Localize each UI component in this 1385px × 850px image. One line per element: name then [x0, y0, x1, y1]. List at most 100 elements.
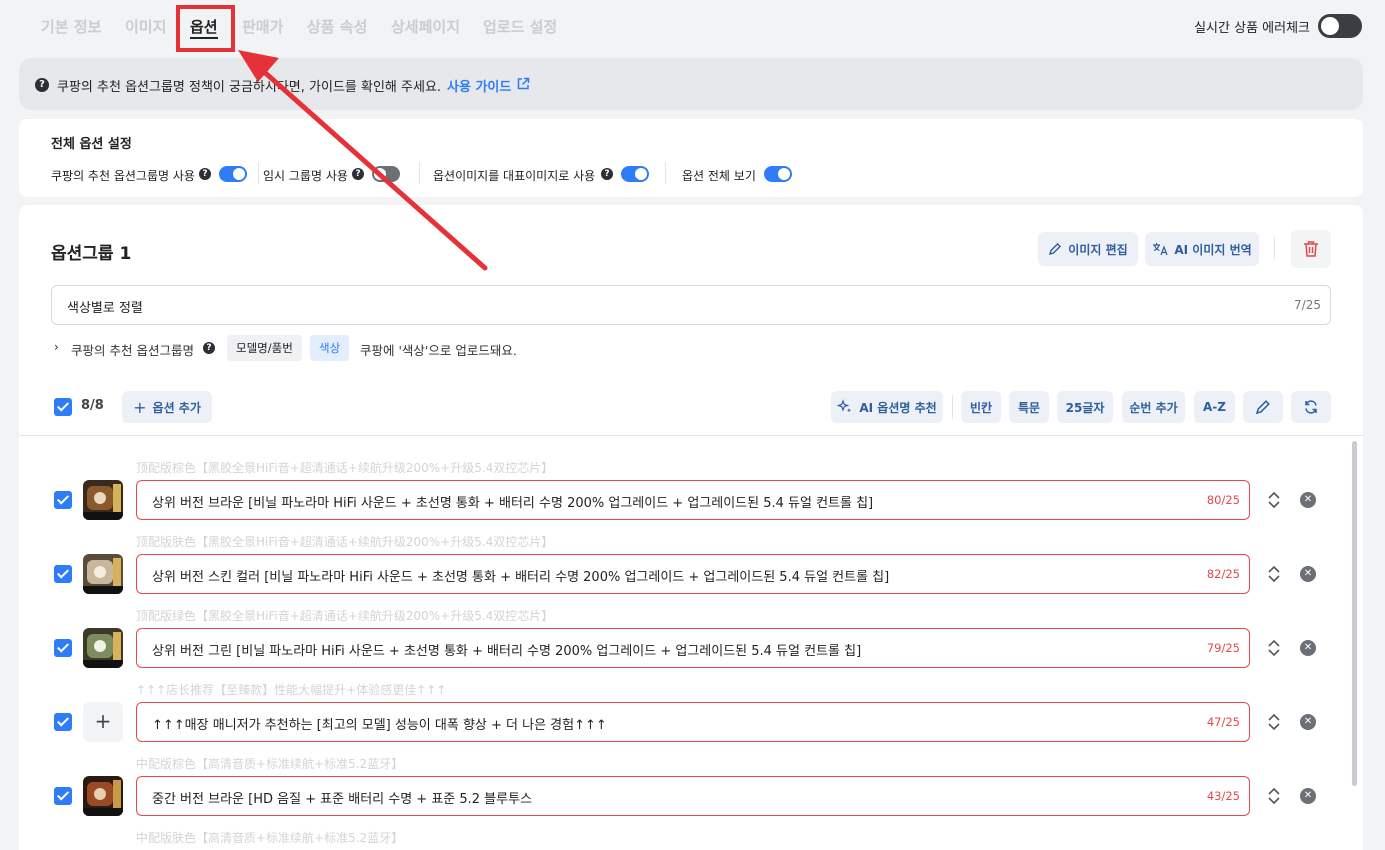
select-all-checkbox[interactable]: [54, 398, 72, 416]
sparkle-icon: [837, 399, 852, 413]
option-group-title: 옵션그룹 1: [51, 244, 132, 264]
original-option-hint: 中配版肤色【高清音质+标准续航+标准5.2蓝牙】: [136, 831, 404, 845]
option-group-card: 옵션그룹 1 이미지 편집 AI 이미지 번역 색상별로 정렬 7/25 › 쿠…: [19, 205, 1363, 850]
help-icon[interactable]: ?: [203, 342, 215, 354]
tab-images[interactable]: 이미지: [125, 16, 166, 37]
reorder-icon[interactable]: [1267, 638, 1281, 658]
option-name-count: 80/25: [1206, 493, 1240, 507]
add-image-button[interactable]: +: [83, 702, 123, 742]
option-name-input[interactable]: 중간 버전 브라운 [HD 음질 + 표준 배터리 수명 + 표준 5.2 블루…: [136, 776, 1250, 816]
ai-option-name-label: AI 옵션명 추천: [859, 400, 937, 415]
option-row: 中配版肤色【高清音质+标准续航+标准5.2蓝牙】: [19, 829, 1363, 850]
tab-attributes[interactable]: 상품 속성: [307, 16, 367, 37]
settings-title: 전체 옵션 설정: [51, 137, 132, 152]
option-row: 顶配版肤色【黑胶全景HiFi音+超清通话+续航升级200%+升级5.4双控芯片】…: [19, 533, 1363, 607]
setting-label-option-image-main: 옵션이미지를 대표이미지로 사용: [433, 169, 596, 183]
chip-model-number[interactable]: 모델명/품번: [227, 335, 302, 361]
remove-option-icon[interactable]: ✕: [1300, 788, 1316, 804]
option-name-input[interactable]: 상위 버전 그린 [비닐 파노라마 HiFi 사운드 + 초선명 통화 + 배터…: [136, 628, 1250, 668]
setting-label-recommend-group: 쿠팡의 추천 옵션그룹명 사용: [51, 169, 195, 183]
remove-option-icon[interactable]: ✕: [1300, 714, 1316, 730]
option-thumbnail[interactable]: [83, 480, 123, 520]
option-row: 顶配版绿色【黑胶全景HiFi音+超清通话+续航升级200%+升级5.4双控芯片】…: [19, 607, 1363, 681]
reorder-icon[interactable]: [1267, 712, 1281, 732]
help-icon[interactable]: ?: [601, 168, 613, 180]
show-all-options-toggle[interactable]: [764, 166, 792, 182]
option-row: 中配版棕色【高清音质+标准续航+标准5.2蓝牙】 중간 버전 브라운 [HD 음…: [19, 755, 1363, 829]
option-checkbox[interactable]: [54, 491, 72, 509]
tab-detail-page[interactable]: 상세페이지: [391, 16, 460, 37]
global-option-settings: 전체 옵션 설정 쿠팡의 추천 옵션그룹명 사용 ? 임시 그룹명 사용 ? 옵…: [19, 119, 1363, 197]
recommend-group-toggle[interactable]: [219, 166, 247, 182]
option-name-input[interactable]: ↑↑↑매장 매니저가 추천하는 [최고의 모델] 성능이 대폭 향상 + 더 나…: [136, 702, 1250, 742]
tab-upload-settings[interactable]: 업로드 설정: [483, 16, 557, 37]
ai-image-translate-button[interactable]: AI 이미지 번역: [1145, 232, 1259, 266]
recommend-group-label: 쿠팡의 추천 옵션그룹명: [71, 343, 194, 358]
divider: [419, 162, 420, 184]
add-order-button[interactable]: 순번 추가: [1122, 391, 1185, 423]
option-thumbnail[interactable]: [83, 554, 123, 594]
refresh-button[interactable]: [1291, 391, 1331, 423]
option-name-count: 43/25: [1206, 789, 1240, 803]
recommended-group-row: › 쿠팡의 추천 옵션그룹명 ? 모델명/품번 색상 쿠팡에 '색상'으로 업로…: [51, 335, 951, 361]
reorder-icon[interactable]: [1267, 786, 1281, 806]
option-group-name-count: 7/25: [1294, 298, 1321, 312]
divider: [1274, 237, 1275, 259]
original-option-hint: 中配版棕色【高清音质+标准续航+标准5.2蓝牙】: [136, 757, 404, 771]
option-row: ↑↑↑店长推荐【至臻款】性能大幅提升+体验感更佳↑↑↑ + ↑↑↑매장 매니저가…: [19, 681, 1363, 755]
option-name-count: 79/25: [1206, 641, 1240, 655]
scrollbar-thumb[interactable]: [1352, 441, 1357, 786]
option-name-input[interactable]: 상위 버전 브라운 [비닐 파노라마 HiFi 사운드 + 초선명 통화 + 배…: [136, 480, 1250, 520]
original-option-hint: ↑↑↑店长推荐【至臻款】性能大幅提升+体验感更佳↑↑↑: [136, 683, 447, 697]
tab-price[interactable]: 판매가: [242, 16, 283, 37]
option-checkbox[interactable]: [54, 639, 72, 657]
option-name-input[interactable]: 상위 버전 스킨 컬러 [비닐 파노라마 HiFi 사운드 + 초선명 통화 +…: [136, 554, 1250, 594]
chevron-right-icon[interactable]: ›: [54, 340, 59, 354]
selected-count: 8/8: [81, 398, 104, 413]
option-name-value: 상위 버전 브라운 [비닐 파노라마 HiFi 사운드 + 초선명 통화 + 배…: [152, 496, 874, 511]
option-checkbox[interactable]: [54, 713, 72, 731]
option-group-name-input[interactable]: 색상별로 정렬 7/25: [51, 285, 1331, 325]
divider: [952, 395, 953, 419]
option-name-count: 47/25: [1206, 715, 1240, 729]
option-name-value: 상위 버전 스킨 컬러 [비닐 파노라마 HiFi 사운드 + 초선명 통화 +…: [152, 570, 890, 585]
chars-25-button[interactable]: 25글자: [1057, 391, 1113, 423]
temp-group-toggle[interactable]: [372, 166, 400, 182]
option-name-value: ↑↑↑매장 매니저가 추천하는 [최고의 모델] 성능이 대폭 향상 + 더 나…: [152, 718, 607, 733]
option-checkbox[interactable]: [54, 565, 72, 583]
remove-option-icon[interactable]: ✕: [1300, 640, 1316, 656]
special-char-button[interactable]: 특문: [1009, 391, 1049, 423]
original-option-hint: 顶配版棕色【黑胶全景HiFi音+超清通话+续航升级200%+升级5.4双控芯片】: [136, 461, 554, 475]
remove-option-icon[interactable]: ✕: [1300, 566, 1316, 582]
delete-group-button[interactable]: [1291, 230, 1331, 268]
option-checkbox[interactable]: [54, 787, 72, 805]
trash-icon: [1304, 241, 1318, 257]
divider: [19, 435, 1363, 436]
option-thumbnail[interactable]: [83, 628, 123, 668]
sort-az-button[interactable]: A-Z: [1194, 391, 1235, 423]
edit-image-label: 이미지 편집: [1068, 242, 1128, 257]
setting-label-show-all: 옵션 전체 보기: [682, 169, 756, 183]
bulk-edit-button[interactable]: [1243, 391, 1283, 423]
ai-image-translate-label: AI 이미지 번역: [1174, 242, 1252, 257]
help-icon[interactable]: ?: [199, 168, 211, 180]
option-image-main-toggle[interactable]: [621, 166, 649, 182]
tab-basic-info[interactable]: 기본 정보: [41, 16, 101, 37]
realtime-check-toggle[interactable]: [1318, 14, 1362, 38]
add-option-button[interactable]: + 옵션 추가: [122, 391, 212, 423]
translate-icon: [1153, 243, 1168, 256]
option-thumbnail[interactable]: [83, 776, 123, 816]
blank-button[interactable]: 빈칸: [961, 391, 1001, 423]
chip-color[interactable]: 색상: [310, 335, 350, 361]
reorder-icon[interactable]: [1267, 490, 1281, 510]
edit-image-button[interactable]: 이미지 편집: [1038, 232, 1138, 266]
ai-option-name-button[interactable]: AI 옵션명 추천: [831, 391, 943, 423]
help-icon[interactable]: ?: [352, 168, 364, 180]
remove-option-icon[interactable]: ✕: [1300, 492, 1316, 508]
option-name-value: 상위 버전 그린 [비닐 파노라마 HiFi 사운드 + 초선명 통화 + 배터…: [152, 644, 862, 659]
annotation-highlight-box: [176, 5, 235, 52]
external-link-icon[interactable]: [516, 77, 530, 91]
reorder-icon[interactable]: [1267, 564, 1281, 584]
guide-link[interactable]: 사용 가이드: [447, 76, 511, 95]
pencil-icon: [1049, 243, 1062, 256]
